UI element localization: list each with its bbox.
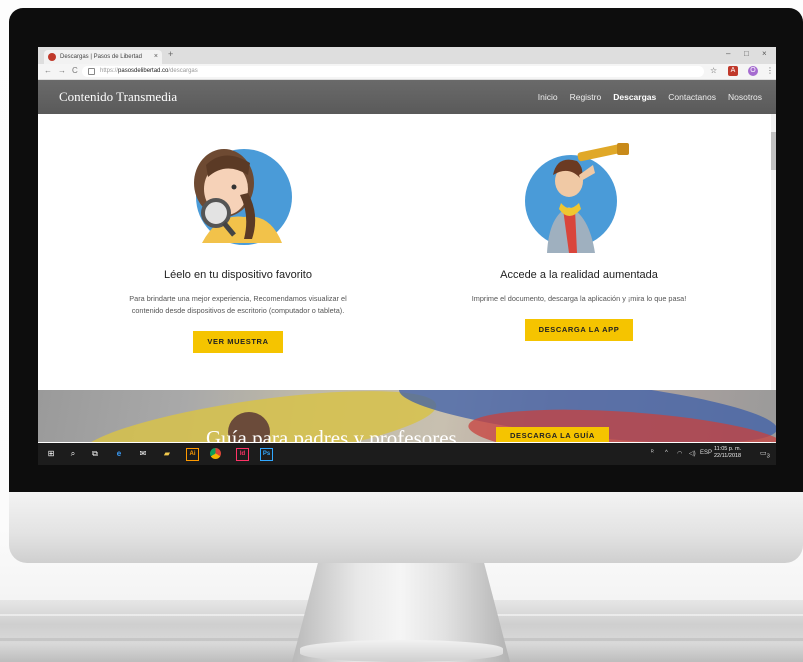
back-button[interactable]: ← bbox=[44, 66, 52, 75]
girl-magnifier-illustration bbox=[178, 135, 298, 255]
lock-icon bbox=[88, 68, 95, 75]
people-icon[interactable]: ᴿ bbox=[651, 450, 654, 456]
clock-time: 11:05 p. m. bbox=[714, 446, 742, 452]
taskbar-clock[interactable]: 11:05 p. m. 22/11/2018 bbox=[714, 446, 741, 460]
monitor-chin bbox=[9, 490, 803, 563]
feature-augmented-reality: Accede a la realidad aumentada Imprime e… bbox=[414, 135, 744, 341]
feature-description-line: contenido desde dispositivos de escritor… bbox=[131, 306, 345, 315]
download-app-button[interactable]: DESCARGA LA APP bbox=[524, 319, 634, 341]
illustrator-icon[interactable]: Ai bbox=[186, 448, 199, 461]
feature-heading: Accede a la realidad aumentada bbox=[500, 269, 658, 281]
windows-taskbar: ⊞ ⌕ ⧉ e ✉ ▰ Ai Id Ps ᴿ ^ ◠ ◁) ESP 11:05 … bbox=[38, 443, 776, 465]
banner-title: Guía para padres y profesores bbox=[206, 426, 457, 442]
site-brand[interactable]: Contenido Transmedia bbox=[59, 89, 177, 105]
reload-button[interactable]: C bbox=[72, 66, 78, 75]
forward-button[interactable]: → bbox=[58, 66, 66, 75]
browser-tab-bar: Descargas | Pasos de Libertad × + – □ × bbox=[38, 47, 776, 64]
minimize-button[interactable]: – bbox=[726, 49, 730, 58]
url-domain: pasosdelibertad.co bbox=[118, 68, 169, 74]
url-path: /descargas bbox=[168, 68, 198, 74]
notification-count: 3 bbox=[766, 453, 770, 460]
indesign-icon[interactable]: Id bbox=[236, 448, 249, 461]
nav-item-contactanos[interactable]: Contactanos bbox=[668, 92, 716, 102]
address-bar[interactable]: https://pasosdelibertad.co/descargas bbox=[82, 66, 704, 77]
download-guide-button[interactable]: DESCARGA LA GUÍA bbox=[496, 427, 609, 442]
tray-chevron-up-icon[interactable]: ^ bbox=[665, 450, 668, 456]
photoshop-icon[interactable]: Ps bbox=[260, 448, 273, 461]
profile-avatar[interactable]: O bbox=[748, 66, 758, 76]
edge-icon[interactable]: e bbox=[114, 449, 124, 459]
language-indicator[interactable]: ESP bbox=[700, 450, 712, 456]
feature-read-on-device: Léelo en tu dispositivo favorito Para br… bbox=[73, 135, 403, 353]
network-icon[interactable]: ◠ bbox=[677, 450, 682, 457]
volume-icon[interactable]: ◁) bbox=[689, 450, 696, 457]
window-close-button[interactable]: × bbox=[762, 49, 767, 58]
bookmark-star-icon[interactable]: ☆ bbox=[710, 66, 717, 75]
explorer-telescope-illustration bbox=[519, 135, 639, 255]
feature-description: Imprime el documento, descarga la aplica… bbox=[414, 293, 744, 305]
guide-banner: Guía para padres y profesores DESCARGA L… bbox=[38, 390, 776, 442]
site-header: Contenido Transmedia Inicio Registro Des… bbox=[38, 80, 776, 114]
browser-tab[interactable]: Descargas | Pasos de Libertad × bbox=[44, 50, 162, 64]
browser-menu-icon[interactable]: ⋮ bbox=[766, 66, 774, 75]
maximize-button[interactable]: □ bbox=[744, 49, 749, 58]
nav-item-nosotros[interactable]: Nosotros bbox=[728, 92, 762, 102]
url-scheme: https:// bbox=[100, 68, 119, 74]
tab-close-icon[interactable]: × bbox=[154, 50, 158, 64]
feature-description: Para brindarte una mejor experiencia, Re… bbox=[73, 293, 403, 317]
start-icon[interactable]: ⊞ bbox=[46, 449, 56, 459]
task-view-icon[interactable]: ⧉ bbox=[90, 449, 100, 459]
site-nav: Inicio Registro Descargas Contactanos No… bbox=[538, 92, 762, 102]
browser-toolbar: ← → C https://pasosdelibertad.co/descarg… bbox=[38, 64, 776, 80]
feature-description-line: Imprime el documento, descarga la aplica… bbox=[471, 294, 687, 303]
clock-date: 22/11/2018 bbox=[714, 453, 742, 459]
monitor-stand-base bbox=[300, 640, 503, 662]
nav-item-registro[interactable]: Registro bbox=[570, 92, 602, 102]
tab-title: Descargas | Pasos de Libertad bbox=[60, 54, 142, 60]
file-explorer-icon[interactable]: ▰ bbox=[162, 449, 172, 459]
nav-item-descargas[interactable]: Descargas bbox=[613, 92, 656, 102]
nav-item-inicio[interactable]: Inicio bbox=[538, 92, 558, 102]
view-sample-button[interactable]: VER MUESTRA bbox=[193, 331, 283, 353]
new-tab-button[interactable]: + bbox=[168, 49, 173, 59]
feature-description-line: Para brindarte una mejor experiencia, Re… bbox=[129, 294, 347, 303]
page-scrollbar-thumb[interactable] bbox=[771, 132, 776, 170]
acrobat-extension-icon[interactable]: A bbox=[728, 66, 738, 76]
monitor-screen: Descargas | Pasos de Libertad × + – □ × … bbox=[38, 47, 776, 465]
site-favicon-icon bbox=[48, 53, 56, 61]
notifications-icon[interactable]: ▭3 bbox=[760, 449, 770, 459]
mail-icon[interactable]: ✉ bbox=[138, 449, 148, 459]
search-icon[interactable]: ⌕ bbox=[68, 449, 78, 459]
chrome-icon[interactable] bbox=[210, 448, 221, 459]
feature-heading: Léelo en tu dispositivo favorito bbox=[164, 269, 312, 281]
